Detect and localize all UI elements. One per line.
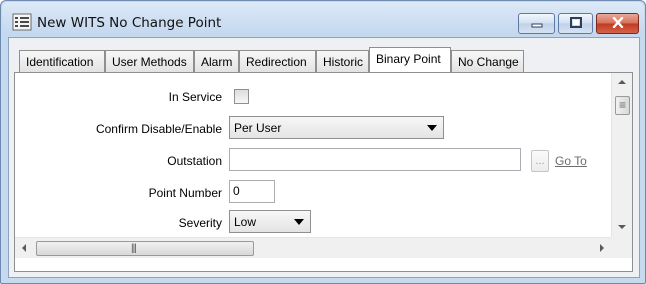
tab-user-methods[interactable]: User Methods — [105, 50, 194, 72]
confirm-disable-enable-label: Confirm Disable/Enable — [95, 122, 222, 136]
chevron-down-icon — [427, 125, 437, 131]
dialog-window: New WITS No Change Point Identification … — [0, 0, 646, 284]
binary-point-panel: In Service Confirm Disable/Enable Per Us… — [14, 72, 633, 272]
outstation-label: Outstation — [167, 154, 222, 168]
scroll-up-icon[interactable] — [618, 80, 626, 84]
vertical-scrollbar[interactable]: ≡ — [611, 73, 632, 237]
dialog-client-area: Identification User Methods Alarm Redire… — [8, 37, 640, 278]
horizontal-grip-icon: ||| — [131, 243, 137, 254]
severity-value: Low — [234, 215, 257, 229]
point-number-field[interactable]: 0 — [229, 180, 275, 203]
in-service-label: In Service — [168, 90, 222, 104]
tab-no-change[interactable]: No Change — [451, 50, 524, 72]
in-service-checkbox[interactable] — [234, 89, 249, 104]
minimize-button[interactable] — [518, 13, 555, 34]
scroll-right-icon[interactable] — [600, 244, 604, 252]
close-button[interactable] — [596, 13, 639, 34]
severity-label: Severity — [178, 216, 222, 230]
point-number-label: Point Number — [148, 186, 222, 200]
maximize-button[interactable] — [558, 13, 593, 34]
title-bar[interactable]: New WITS No Change Point — [2, 2, 644, 36]
close-icon — [612, 16, 624, 31]
severity-select[interactable]: Low — [229, 210, 311, 233]
tab-historic[interactable]: Historic — [316, 50, 369, 72]
scroll-down-icon[interactable] — [618, 225, 626, 229]
chevron-down-icon — [294, 219, 304, 225]
scrollbar-corner — [611, 237, 632, 258]
window-title: New WITS No Change Point — [37, 15, 222, 31]
minimize-icon — [531, 17, 543, 31]
tab-alarm[interactable]: Alarm — [194, 50, 239, 72]
vertical-scroll-thumb[interactable]: ≡ — [615, 96, 630, 115]
vertical-grip-icon: ≡ — [619, 98, 627, 112]
outstation-browse-button[interactable]: ... — [531, 150, 549, 172]
confirm-disable-enable-select[interactable]: Per User — [229, 116, 444, 139]
goto-link[interactable]: Go To — [555, 154, 587, 168]
tab-identification[interactable]: Identification — [19, 50, 105, 72]
scroll-left-icon[interactable] — [22, 244, 26, 252]
confirm-disable-enable-value: Per User — [234, 121, 282, 135]
horizontal-scroll-thumb[interactable]: ||| — [36, 241, 254, 256]
horizontal-scrollbar[interactable]: ||| — [15, 237, 611, 258]
grid-list-icon — [12, 13, 32, 31]
outstation-field[interactable] — [229, 148, 521, 171]
tab-redirection[interactable]: Redirection — [239, 50, 316, 72]
tab-binary-point[interactable]: Binary Point — [369, 47, 451, 72]
maximize-icon — [569, 16, 582, 31]
